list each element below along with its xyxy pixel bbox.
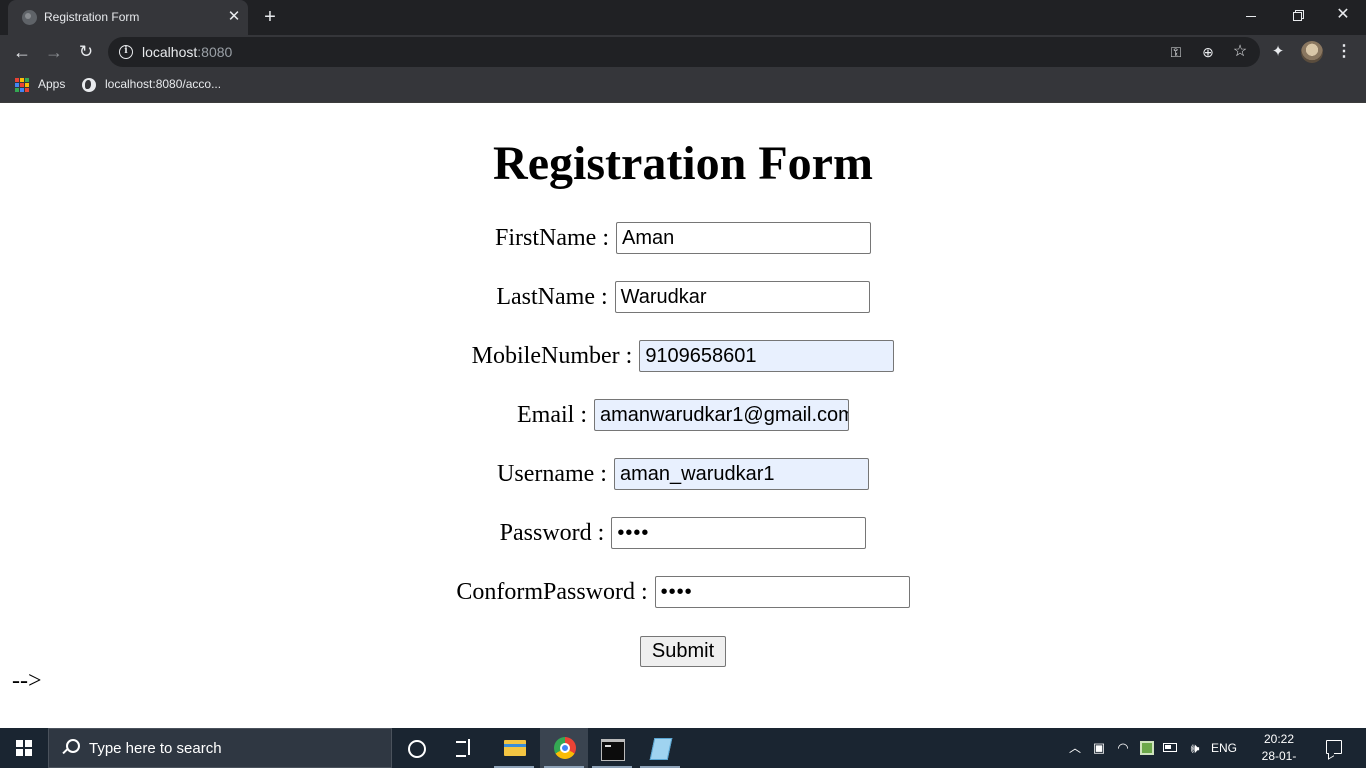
notepad-icon[interactable] (636, 728, 684, 768)
form-row-email: Email : amanwarudkar1@gmail.com (0, 398, 1366, 432)
form-row-confirm-password: ConformPassword : •••• (0, 575, 1366, 609)
tab-title: Registration Form (44, 10, 140, 24)
password-input[interactable]: •••• (611, 517, 867, 549)
username-label: Username : (497, 460, 607, 487)
window-close-button[interactable]: ✕ (1320, 0, 1366, 30)
task-view-icon[interactable] (440, 728, 488, 768)
browser-tab-strip: Registration Form ✕ + ✕ (0, 0, 1366, 35)
volume-icon[interactable]: 🕪 (1184, 728, 1206, 768)
kebab-menu-icon[interactable]: ⋮ (1334, 42, 1354, 62)
apps-grid-icon[interactable] (15, 78, 29, 92)
taskbar-search-box[interactable]: Type here to search (48, 728, 392, 768)
bookmark-localhost[interactable]: localhost:8080/acco... (105, 77, 221, 91)
notification-center-icon[interactable] (1326, 740, 1342, 754)
network-icon[interactable]: ◠ (1112, 728, 1134, 768)
chrome-taskbar-button[interactable] (540, 728, 588, 768)
restore-icon (1292, 11, 1302, 21)
confirm-password-input[interactable]: •••• (654, 576, 910, 608)
firstname-label: FirstName : (495, 224, 609, 251)
form-row-username: Username : aman_warudkar1 (0, 457, 1366, 491)
email-label: Email : (517, 401, 587, 428)
bookmarks-bar: Apps localhost:8080/acco... (0, 69, 1366, 103)
clock-time: 20:22 (1263, 732, 1295, 746)
command-prompt-icon[interactable] (588, 728, 636, 768)
firstname-input[interactable]: Aman (616, 222, 871, 254)
window-minimize-button[interactable] (1228, 0, 1274, 30)
clock-date: 28-01-2021 (1261, 749, 1297, 768)
file-explorer-icon[interactable] (490, 728, 538, 768)
profile-avatar[interactable] (1301, 41, 1323, 63)
mobile-input[interactable]: 9109658601 (639, 340, 895, 372)
extensions-puzzle-icon[interactable]: ✦ (1268, 42, 1288, 62)
globe-icon (82, 78, 96, 92)
password-label: Password : (499, 519, 605, 546)
minimize-icon (1246, 15, 1256, 17)
browser-tab[interactable]: Registration Form ✕ (8, 0, 248, 35)
form-row-firstname: FirstName : Aman (0, 221, 1366, 255)
taskbar-clock[interactable]: 20:22 28-01-2021 (1252, 731, 1306, 768)
form-row-password: Password : •••• (0, 516, 1366, 550)
windows-taskbar: Type here to search ︿ ▣ ◠ 🕪 ENG 20:22 28… (0, 728, 1366, 768)
lastname-label: LastName : (496, 283, 608, 310)
page-title: Registration Form (493, 137, 873, 190)
search-placeholder: Type here to search (89, 740, 222, 757)
start-button[interactable] (0, 728, 48, 768)
lastname-input[interactable]: Warudkar (614, 281, 870, 313)
site-info-icon[interactable]: i (119, 45, 133, 59)
forward-arrow-icon[interactable]: → (40, 38, 68, 66)
browser-toolbar: ← → ↻ i localhost:8080 ⚿ ⊕ ☆ ✦ ⋮ (0, 35, 1366, 69)
url-port: :8080 (197, 44, 233, 60)
confirm-password-label: ConformPassword : (456, 578, 648, 605)
tray-app-icon[interactable] (1138, 728, 1156, 768)
windows-logo-icon (16, 740, 32, 756)
bookmark-star-icon[interactable]: ☆ (1230, 42, 1250, 62)
back-arrow-icon[interactable]: ← (8, 38, 36, 66)
search-icon (61, 738, 81, 758)
tray-chevron-up-icon[interactable]: ︿ (1064, 728, 1086, 768)
key-icon[interactable]: ⚿ (1166, 42, 1186, 62)
address-bar[interactable]: i localhost:8080 ⚿ ⊕ ☆ (108, 37, 1260, 67)
url-text: localhost:8080 (142, 44, 232, 60)
chrome-icon (554, 737, 576, 759)
meet-now-icon[interactable]: ▣ (1088, 728, 1110, 768)
form-row-mobile: MobileNumber : 9109658601 (0, 339, 1366, 373)
form-row-lastname: LastName : Warudkar (0, 280, 1366, 314)
page-content: Registration Form FirstName : Aman LastN… (0, 104, 1366, 728)
submit-button[interactable]: Submit (640, 636, 726, 667)
cortana-icon[interactable] (392, 728, 440, 768)
url-host: localhost (142, 44, 198, 60)
reload-icon[interactable]: ↻ (72, 38, 100, 66)
email-input[interactable]: amanwarudkar1@gmail.com (593, 399, 849, 431)
battery-icon[interactable] (1160, 728, 1182, 768)
language-indicator[interactable]: ENG (1210, 728, 1238, 768)
mobile-label: MobileNumber : (471, 342, 633, 369)
tab-close-icon[interactable]: ✕ (223, 6, 245, 28)
username-input[interactable]: aman_warudkar1 (613, 458, 869, 490)
new-tab-icon[interactable]: + (258, 5, 282, 29)
stray-comment-text: --> (12, 668, 42, 694)
tab-favicon-icon (22, 10, 37, 25)
window-restore-button[interactable] (1274, 0, 1320, 30)
bookmark-apps[interactable]: Apps (38, 77, 65, 91)
zoom-icon[interactable]: ⊕ (1198, 42, 1218, 62)
